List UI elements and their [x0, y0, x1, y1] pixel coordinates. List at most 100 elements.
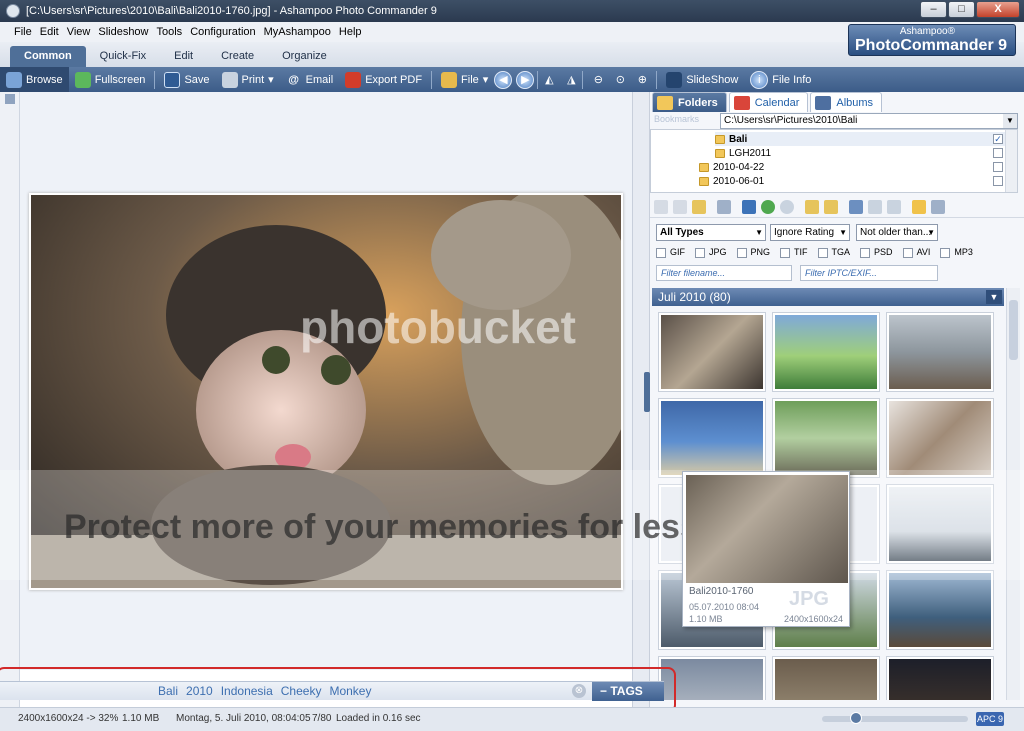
fullscreen-button[interactable]: Fullscreen [69, 67, 152, 92]
tab-albums[interactable]: Albums [810, 92, 883, 112]
layout-icon[interactable] [717, 199, 731, 214]
tag-item[interactable]: 2010 [186, 684, 213, 698]
type-jpg-checkbox[interactable]: JPG [695, 247, 727, 258]
tab-organize[interactable]: Organize [268, 46, 341, 67]
type-tga-checkbox[interactable]: TGA [817, 247, 850, 258]
chevron-down-icon[interactable]: ▼ [1003, 114, 1017, 128]
zoom-in-icon[interactable]: ⊕ [634, 72, 650, 88]
chevron-down-icon[interactable]: ▾ [268, 73, 274, 86]
save-button[interactable]: Save [158, 67, 215, 92]
type-png-checkbox[interactable]: PNG [736, 247, 770, 258]
tree-scrollbar[interactable] [1005, 130, 1017, 192]
sync-icon[interactable] [824, 199, 838, 214]
tab-calendar[interactable]: Calendar [728, 92, 809, 112]
type-mp3-checkbox[interactable]: MP3 [940, 247, 973, 258]
back-icon[interactable] [654, 199, 668, 214]
thumbnail[interactable] [886, 656, 994, 700]
app-icon[interactable] [6, 4, 20, 18]
thumbnail[interactable] [886, 570, 994, 650]
thumbnail[interactable] [658, 656, 766, 700]
tab-folders[interactable]: Folders [652, 92, 727, 112]
group-header[interactable]: Juli 2010 (80) ▼ [652, 288, 1004, 306]
type-tif-checkbox[interactable]: TIF [780, 247, 808, 258]
grid-icon[interactable] [887, 199, 901, 214]
tag-item[interactable]: Bali [158, 684, 178, 698]
thumbnail[interactable] [658, 398, 766, 478]
tag-item[interactable]: Cheeky [281, 684, 322, 698]
menu-configuration[interactable]: Configuration [190, 26, 255, 38]
age-filter-select[interactable]: Not older than... ▼ [856, 224, 938, 241]
thumbnail[interactable] [772, 656, 880, 700]
email-button[interactable]: @ Email [280, 67, 340, 92]
print-button[interactable]: Print ▾ [216, 67, 280, 92]
tab-edit[interactable]: Edit [160, 46, 207, 67]
tree-item-2010-04-22[interactable]: 2010-04-22 [699, 160, 764, 174]
bookmarks-button[interactable]: Bookmarks [654, 114, 714, 128]
minimize-button[interactable]: – [920, 1, 947, 18]
tags-toggle-button[interactable]: − TAGS [592, 682, 664, 701]
new-folder-icon[interactable] [692, 199, 706, 214]
type-avi-checkbox[interactable]: AVI [902, 247, 930, 258]
gallery-icon[interactable] [931, 199, 945, 214]
tag-item[interactable]: Indonesia [221, 684, 273, 698]
tree-checkbox[interactable] [993, 176, 1003, 186]
view-icon[interactable] [742, 199, 756, 214]
tree-checkbox[interactable] [993, 148, 1003, 158]
zoom-out-icon[interactable]: ⊖ [590, 72, 606, 88]
thumbnail[interactable] [772, 312, 880, 392]
menu-help[interactable]: Help [339, 26, 362, 38]
zoom-fit-icon[interactable]: ⊙ [612, 72, 628, 88]
menu-view[interactable]: View [67, 26, 91, 38]
forward-icon[interactable] [673, 199, 687, 214]
file-info-button[interactable]: i File Info [744, 67, 817, 92]
menu-myashampoo[interactable]: MyAshampoo [264, 26, 331, 38]
thumbnail[interactable] [658, 312, 766, 392]
flip-horizontal-icon[interactable]: ◭ [541, 72, 557, 88]
maximize-button[interactable]: □ [948, 1, 975, 18]
star-icon[interactable] [912, 199, 926, 214]
sort-icon[interactable] [849, 199, 863, 214]
path-dropdown[interactable]: C:\Users\sr\Pictures\2010\Bali ▼ [720, 113, 1018, 129]
thumbnail[interactable] [886, 398, 994, 478]
iptc-filter-input[interactable]: Filter IPTC/EXIF... [800, 265, 938, 281]
refresh-icon[interactable] [761, 199, 775, 214]
tab-create[interactable]: Create [207, 46, 268, 67]
chevron-down-icon[interactable]: ▼ [755, 225, 763, 240]
tree-checkbox[interactable]: ✓ [993, 134, 1003, 144]
type-psd-checkbox[interactable]: PSD [860, 247, 893, 258]
rating-filter-select[interactable]: Ignore Rating ▼ [770, 224, 850, 241]
slideshow-button[interactable]: SlideShow [660, 67, 744, 92]
back-arrow-icon[interactable]: ◀ [494, 70, 513, 89]
tree-checkbox[interactable] [993, 162, 1003, 172]
zoom-slider-handle[interactable] [850, 712, 862, 724]
find-icon[interactable] [805, 199, 819, 214]
chevron-down-icon[interactable]: ▾ [483, 73, 489, 86]
details-icon[interactable] [868, 199, 882, 214]
browse-button[interactable]: Browse [0, 67, 69, 92]
menu-tools[interactable]: Tools [157, 26, 183, 38]
forward-arrow-icon[interactable]: ▶ [516, 70, 535, 89]
tree-item-lgh2011[interactable]: LGH2011 [715, 146, 771, 160]
menu-file[interactable]: File [14, 26, 32, 38]
menu-slideshow[interactable]: Slideshow [98, 26, 148, 38]
panel-splitter[interactable] [632, 92, 650, 707]
menu-edit[interactable]: Edit [40, 26, 59, 38]
tab-quick-fix[interactable]: Quick-Fix [86, 46, 160, 67]
thumbnail[interactable] [886, 312, 994, 392]
close-button[interactable]: X [976, 1, 1020, 18]
chevron-down-icon[interactable]: ▼ [927, 225, 935, 240]
filename-filter-input[interactable]: Filter filename... [656, 265, 792, 281]
flip-vertical-icon[interactable]: ◮ [563, 72, 579, 88]
file-menu-button[interactable]: File ▾ [435, 67, 494, 92]
scroll-thumb[interactable] [1009, 300, 1018, 360]
tab-common[interactable]: Common [10, 46, 86, 67]
chevron-down-icon[interactable]: ▼ [986, 290, 1002, 304]
zoom-slider[interactable] [822, 712, 968, 724]
chevron-down-icon[interactable]: ▼ [839, 225, 847, 240]
thumbnail[interactable] [772, 398, 880, 478]
tree-item-bali[interactable]: Bali [715, 132, 1005, 146]
type-filter-select[interactable]: All Types ▼ [656, 224, 766, 241]
search-icon[interactable] [780, 199, 794, 214]
tree-item-2010-06-01[interactable]: 2010-06-01 [699, 174, 764, 188]
export-pdf-button[interactable]: Export PDF [339, 67, 428, 92]
